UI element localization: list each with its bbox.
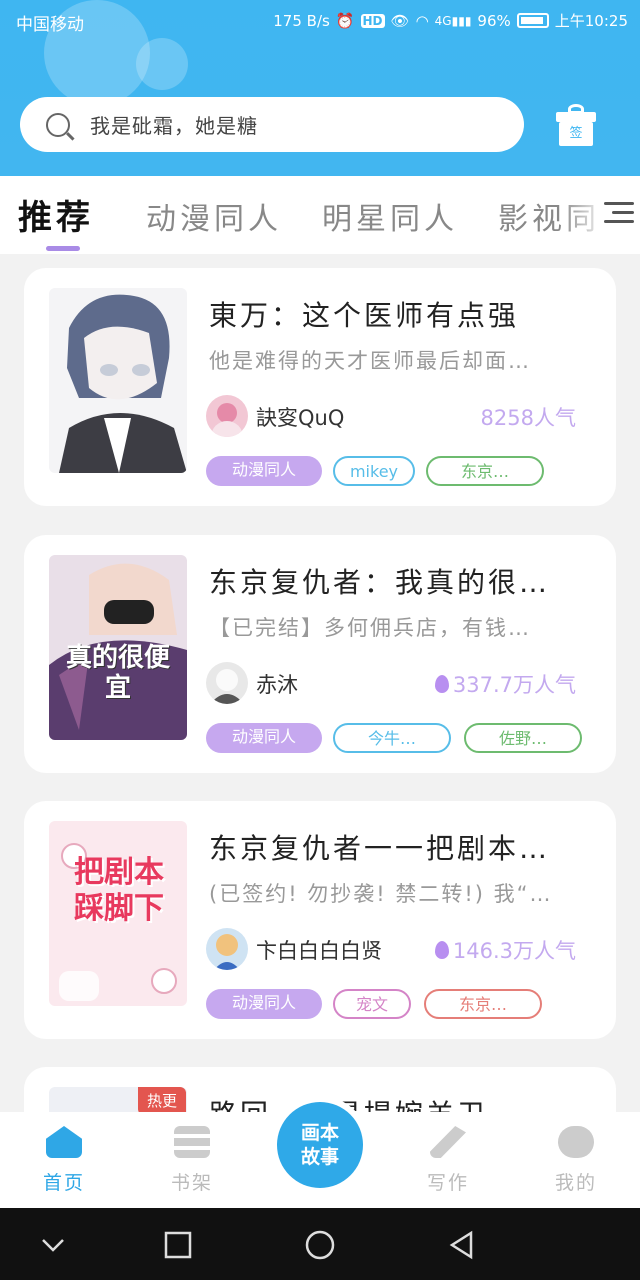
book-description: 他是难得的天才医师最后却面…: [209, 349, 531, 373]
nav-home[interactable]: 首页: [24, 1126, 104, 1195]
author-name[interactable]: 卞白白白白贤: [256, 935, 382, 965]
clock: 上午10:25: [554, 12, 628, 30]
decor-bubble: [136, 38, 188, 90]
active-tab-indicator: [46, 246, 80, 251]
cover-title: 把剧本踩脚下: [74, 855, 164, 926]
search-icon: [46, 112, 70, 137]
tab-anime-fanfic[interactable]: 动漫同人: [146, 194, 282, 238]
popularity-count: 337.7万人气: [434, 669, 576, 699]
carrier-label: 中国移动: [16, 15, 84, 35]
popularity-count: 8258人气: [480, 406, 576, 430]
book-cover[interactable]: 真的很便宜: [49, 555, 187, 740]
book-title[interactable]: 東万：这个医师有点强: [209, 294, 519, 334]
tag[interactable]: 东京…: [426, 456, 544, 486]
cover-title: 真的很便宜: [65, 643, 170, 703]
search-input[interactable]: 我是砒霜，她是糖: [90, 110, 258, 139]
home-button-icon[interactable]: [305, 1230, 335, 1260]
tag[interactable]: mikey: [333, 456, 415, 486]
tab-recommend[interactable]: 推荐: [18, 190, 94, 239]
tag[interactable]: 动漫同人: [206, 989, 322, 1019]
book-card[interactable]: 把剧本踩脚下 东京复仇者一一把剧本… (已签约! 勿抄袭! 禁二转!) 我“… …: [24, 801, 616, 1039]
author-name[interactable]: 訣叜QuQ: [256, 402, 344, 432]
hot-update-badge: 热更: [138, 1087, 186, 1115]
author-avatar[interactable]: [206, 662, 248, 704]
bottom-navigation: 首页 书架 画本 故事 写作 我的: [0, 1102, 640, 1208]
book-cover[interactable]: [49, 288, 187, 473]
author-avatar[interactable]: [206, 928, 248, 970]
tag[interactable]: 今牛…: [333, 723, 451, 753]
nav-mine[interactable]: 我的: [536, 1126, 616, 1195]
book-description: 【已完结】多何佣兵店，有钱…: [209, 616, 531, 640]
alarm-icon: ⏰: [335, 11, 355, 30]
hot-flame-icon: [434, 675, 449, 693]
battery-percent: 96%: [477, 11, 511, 30]
recents-icon[interactable]: [163, 1230, 193, 1260]
home-icon: [46, 1126, 82, 1158]
story-create-button[interactable]: 画本 故事: [277, 1102, 363, 1188]
wifi-icon: ◠: [415, 11, 429, 30]
tag[interactable]: 动漫同人: [206, 723, 322, 753]
tag[interactable]: 动漫同人: [206, 456, 322, 486]
hd-icon: HD: [360, 13, 385, 28]
hot-flame-icon: [434, 941, 449, 959]
book-cover[interactable]: 把剧本踩脚下: [49, 821, 187, 1006]
category-tabs: 推荐 动漫同人 明星同人 影视同: [0, 176, 640, 254]
book-card[interactable]: 真的很便宜 东京复仇者：我真的很… 【已完结】多何佣兵店，有钱… 赤沐 337.…: [24, 535, 616, 773]
eye-icon: 👁: [390, 11, 410, 30]
book-description: (已签约! 勿抄袭! 禁二转!) 我“…: [209, 882, 553, 906]
system-navigation-bar: [0, 1208, 640, 1280]
author-avatar[interactable]: [206, 395, 248, 437]
book-card[interactable]: 東万：这个医师有点强 他是难得的天才医师最后却面… 訣叜QuQ 8258人气 动…: [24, 268, 616, 506]
status-bar: 中国移动 175 B/s ⏰ HD 👁 ◠ 4G▮▮▮ 96% 上午10:25: [0, 8, 640, 36]
pen-icon: [430, 1126, 466, 1158]
bookshelf-icon: [174, 1126, 210, 1158]
checkin-gift-button[interactable]: 签: [556, 104, 596, 146]
chat-bubble-icon: [558, 1126, 594, 1158]
tag[interactable]: 宠文: [333, 989, 411, 1019]
nav-bookshelf[interactable]: 书架: [152, 1126, 232, 1195]
signal-icon: 4G▮▮▮: [434, 13, 472, 28]
popularity-count: 146.3万人气: [434, 935, 576, 965]
network-speed: 175 B/s: [273, 11, 330, 30]
nav-write[interactable]: 写作: [408, 1126, 488, 1195]
search-bar[interactable]: 我是砒霜，她是糖: [20, 97, 524, 152]
battery-icon: [516, 13, 549, 28]
back-icon[interactable]: [447, 1230, 477, 1260]
author-name[interactable]: 赤沐: [256, 669, 298, 699]
app-header: 中国移动 175 B/s ⏰ HD 👁 ◠ 4G▮▮▮ 96% 上午10:25 …: [0, 0, 640, 176]
tag[interactable]: 东京…: [424, 989, 542, 1019]
book-title[interactable]: 东京复仇者：我真的很…: [209, 561, 550, 601]
tab-celebrity-fanfic[interactable]: 明星同人: [322, 194, 458, 238]
checkin-label: 签: [559, 122, 593, 146]
collapse-icon[interactable]: [38, 1230, 68, 1260]
tab-menu-icon[interactable]: [604, 202, 634, 228]
book-title[interactable]: 东京复仇者一一把剧本…: [209, 827, 550, 867]
tag[interactable]: 佐野…: [464, 723, 582, 753]
